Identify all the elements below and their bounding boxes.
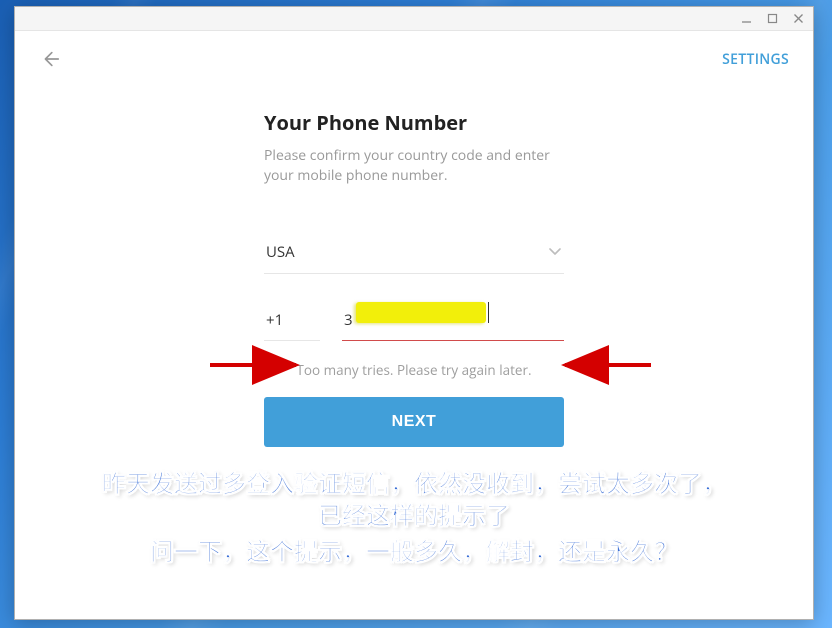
next-button[interactable]: NEXT — [264, 397, 564, 447]
page-title: Your Phone Number — [264, 109, 564, 136]
country-label: USA — [266, 242, 295, 262]
phone-row — [264, 304, 564, 341]
content: Your Phone Number Please confirm your co… — [15, 87, 813, 447]
chevron-down-icon — [548, 241, 562, 263]
redaction-highlight — [356, 302, 486, 323]
settings-link[interactable]: SETTINGS — [722, 50, 789, 69]
text-cursor — [488, 302, 489, 323]
titlebar — [15, 7, 813, 31]
country-select[interactable]: USA — [264, 235, 564, 274]
annotation-line-2: 已经这样的提示了 — [15, 501, 813, 533]
maximize-button[interactable] — [765, 12, 779, 26]
minimize-button[interactable] — [739, 12, 753, 26]
back-button[interactable] — [39, 48, 61, 70]
topbar: SETTINGS — [15, 31, 813, 87]
error-message: Too many tries. Please try again later. — [296, 361, 531, 379]
phone-number-wrap — [342, 304, 564, 341]
country-code-input[interactable] — [264, 304, 320, 341]
app-window: SETTINGS Your Phone Number Please confir… — [14, 6, 814, 620]
close-button[interactable] — [791, 12, 805, 26]
phone-form: Your Phone Number Please confirm your co… — [264, 109, 564, 341]
page-subtitle: Please confirm your country code and ent… — [264, 146, 564, 187]
annotation-line-3: 问一下，这个提示，一般多久，解封，还是永久？ — [15, 537, 813, 569]
annotation-line-1: 昨天发送过多登入验证短信，依然没收到，尝试太多次了， — [15, 469, 813, 501]
